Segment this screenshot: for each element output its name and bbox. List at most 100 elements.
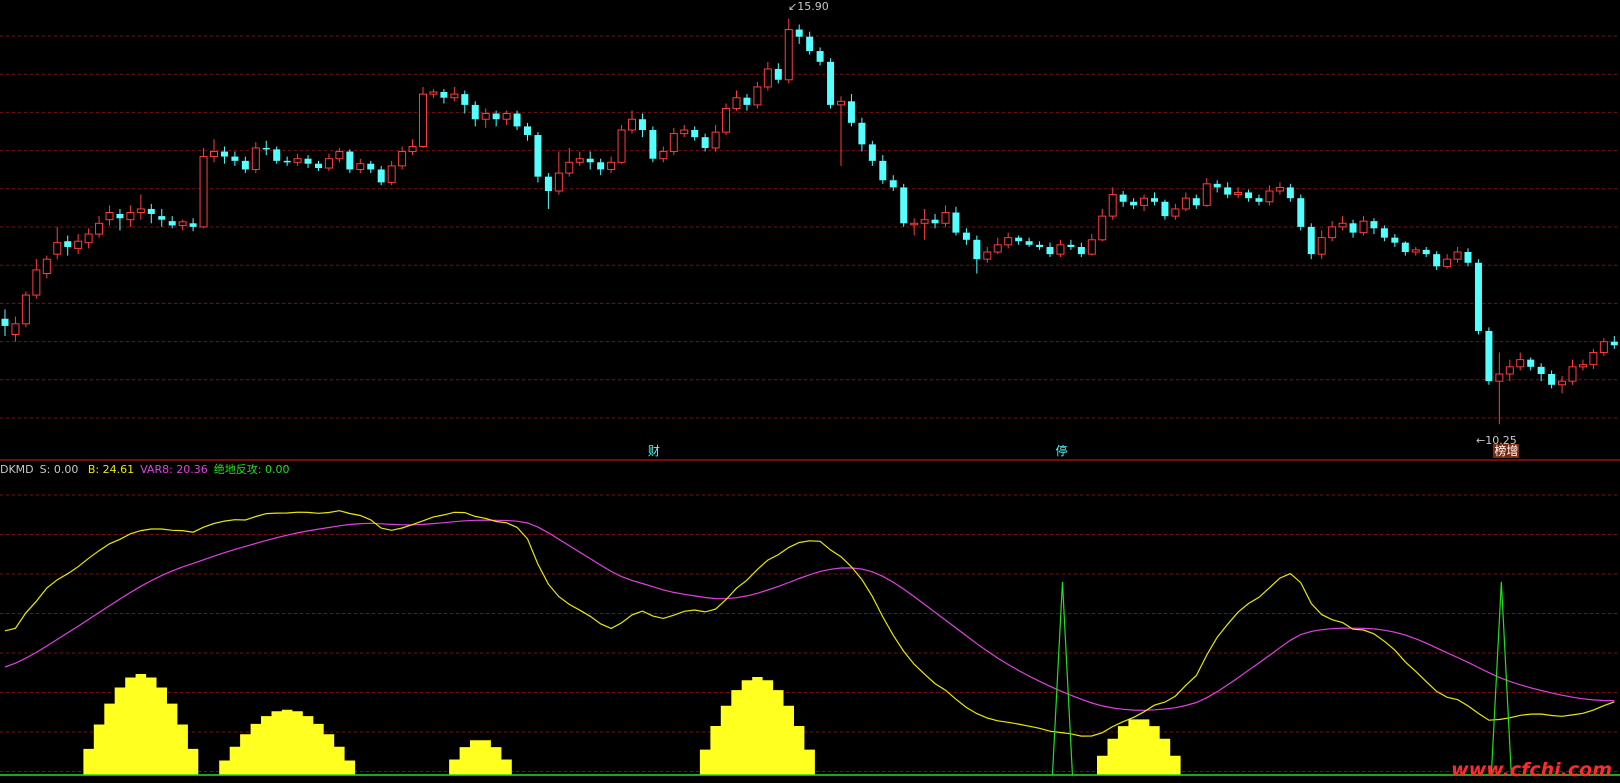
candle-body-up [722,107,731,133]
candle-body-up [502,112,511,120]
candle-body-down [691,130,699,138]
candle-body-up [481,112,490,120]
candle-body-down [440,91,448,98]
candle-body-down [597,162,605,170]
candle-body-down [816,51,824,62]
candle-body-down [1433,254,1441,267]
candle-body-down [1548,374,1556,385]
candle-body-up [42,258,51,275]
b-line [4,510,1615,737]
candle-body-up [293,158,302,163]
candle-body-down [1245,192,1253,199]
candle-body-down [158,216,166,220]
candle-body-down [241,160,249,170]
yellow-hump [72,674,209,775]
candle-body-up [607,161,616,170]
candle-body-up [1234,191,1243,196]
yellow-hump [689,677,826,775]
candle-body-up [1087,239,1096,255]
event-tag[interactable]: 财 [646,444,661,458]
yellow-hump [208,709,366,775]
candle-body-down [858,122,866,145]
candle-body-down [461,94,469,105]
candle-body-down [1036,244,1044,247]
candle-body-down [1224,187,1232,195]
legend-b: B: 24.61 [87,463,135,476]
stock-chart-canvas[interactable] [0,0,1620,783]
candle-body-up [1359,220,1368,234]
candle-body-up [565,161,574,174]
candle-body-down [147,208,155,214]
candle-body-up [178,221,187,226]
candle-body-down [1046,246,1054,255]
candle-body-up [1505,366,1514,375]
candle-body-down [649,130,657,159]
candle-body-up [920,219,929,224]
candle-body-down [1,318,9,326]
candle-body-down [1307,226,1315,255]
candle-body-down [189,223,197,227]
candle-body-down [377,169,385,183]
legend-jdfg: 绝地反攻: 0.00 [213,463,290,476]
event-tag[interactable]: 停 [1054,444,1069,458]
legend-var8: VAR8: 20.36 [140,463,208,476]
candle-body-down [962,232,970,240]
candle-body-down [346,151,354,170]
candle-body-down [1464,252,1472,263]
candle-body-up [105,212,114,221]
candle-body-down [638,119,646,130]
yellow-hump [438,740,523,775]
candle-body-up [11,323,20,336]
candle-body-up [429,91,438,95]
signal-spike [1051,581,1074,776]
candle-body-down [1474,262,1482,331]
candle-body-down [513,113,521,127]
candle-body-down [1130,201,1138,206]
candle-body-up [1108,194,1117,217]
candle-body-up [324,158,333,169]
candle-body-up [335,151,344,160]
candle-body-up [1265,190,1274,203]
legend-s: S: 0.00 [39,463,79,476]
candle-body-down [795,29,803,37]
candle-body-up [575,158,584,163]
candle-body-up [32,269,41,296]
candle-body-up [1568,366,1577,382]
candle-body-down [889,180,897,188]
candle-body-down [1255,198,1263,202]
candle-body-down [471,104,479,120]
candle-body-up [1056,244,1065,255]
candle-body-down [1527,359,1535,367]
candle-body-down [1297,198,1305,227]
candle-body-up [1495,373,1504,382]
candle-body-up [1411,249,1420,253]
candle-body-up [408,146,417,153]
candle-body-down [492,113,500,120]
candle-body-down [1015,237,1023,242]
candle-body-up [387,165,396,183]
candle-body-up [1181,197,1190,210]
candle-body-down [1401,242,1409,252]
candle-body-up [1516,359,1525,368]
candle-body-down [1192,198,1200,206]
candle-body-down [701,137,709,148]
candle-body-up [1578,364,1587,368]
candle-body-down [1151,198,1158,202]
watermark-text: www.cfchi.com [1451,759,1612,781]
event-tag[interactable]: 榜增 [1493,444,1520,458]
candle-body-up [1328,226,1337,239]
candle-body-down [1025,241,1033,245]
candle-body-up [837,100,845,106]
candle-body-down [1391,237,1399,243]
candle-body-down [367,163,375,170]
candle-body-down [231,156,239,161]
candle-body-down [827,61,835,105]
candle-body-up [1589,351,1598,366]
candle-body-up [398,151,407,167]
candle-body-up [1338,222,1347,228]
candle-body-up [554,172,563,192]
candle-body-up [53,242,62,255]
candle-body-down [304,158,312,164]
candle-body-down [879,160,887,181]
candle-body-up [1098,215,1107,241]
